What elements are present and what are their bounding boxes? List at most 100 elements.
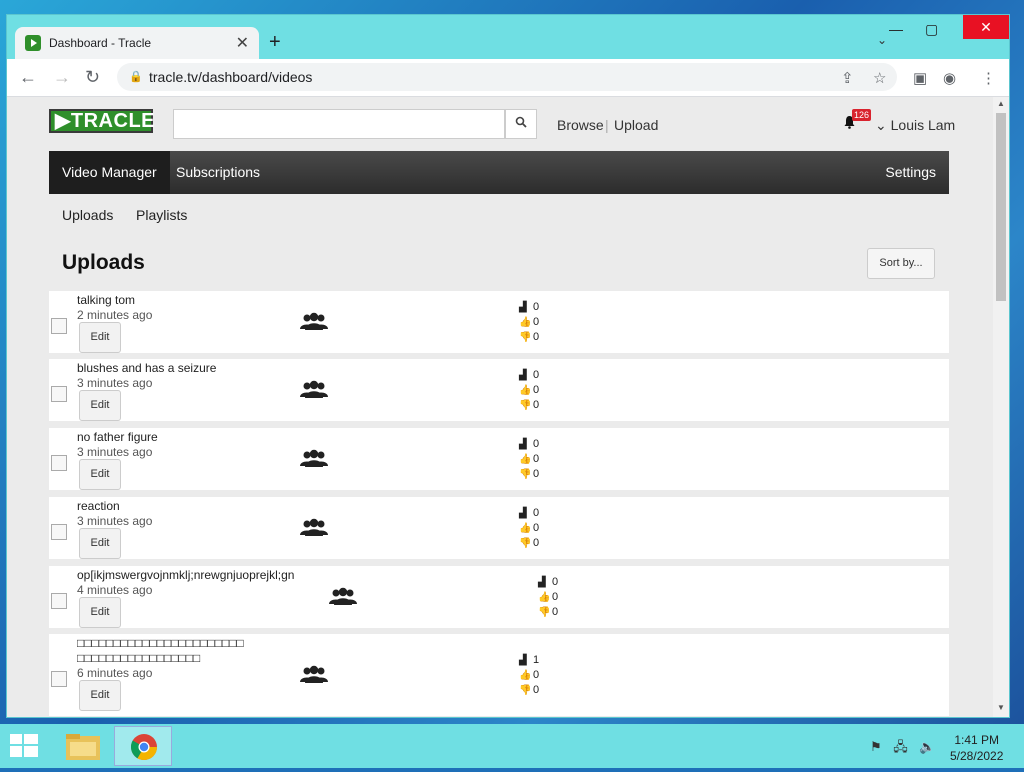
dashboard-navbar: Video Manager Subscriptions Settings (49, 151, 949, 194)
clock-time: 1:41 PM (954, 733, 1000, 747)
scroll-down-icon[interactable]: ▼ (997, 703, 1005, 712)
file-explorer-taskbar-button[interactable] (54, 726, 112, 766)
video-thumbnail[interactable] (51, 593, 67, 609)
table-row: op[ikjmswergvojnmklj;nrewgnjuoprejkl;gn 4… (49, 566, 949, 628)
table-row: talking tom 2 minutes ago Edit ▟ 0 👍 0 👎 0 (49, 291, 949, 353)
views-chart-icon: ▟ (519, 370, 527, 381)
sort-by-button[interactable]: Sort by... (867, 248, 935, 279)
search-input[interactable] (173, 109, 505, 139)
video-stats: ▟ 0 👍 0 👎 0 (519, 368, 539, 413)
video-upload-time: 3 minutes ago (77, 445, 153, 459)
video-thumbnail[interactable] (51, 524, 67, 540)
video-thumbnail[interactable] (51, 318, 67, 334)
tab-dashboard[interactable]: Dashboard - Tracle ✕ (15, 27, 259, 59)
clock-date: 5/28/2022 (950, 749, 1004, 763)
video-title[interactable]: no father figure (77, 430, 158, 444)
likes-count: 0 (533, 316, 540, 328)
edit-button[interactable]: Edit (79, 528, 121, 559)
network-icon[interactable]: 🖧 (893, 739, 908, 754)
edit-button[interactable]: Edit (79, 680, 121, 711)
edit-button[interactable]: Edit (79, 597, 121, 628)
chrome-icon (130, 734, 158, 761)
table-row: reaction 3 minutes ago Edit ▟ 0 👍 0 👎 0 (49, 497, 949, 559)
table-row: □□□□□□□□□□□□□□□□□□□□□□□ □□□□□□□□□□□□□□□□□… (49, 634, 949, 716)
bookmark-star-icon[interactable]: ☆ (873, 69, 886, 87)
tab-search-icon[interactable]: ⌄ (877, 33, 887, 47)
url-text: tracle.tv/dashboard/videos (149, 69, 313, 85)
chrome-taskbar-button[interactable] (114, 726, 172, 766)
thumbs-down-icon: 👎 (519, 332, 532, 343)
flag-icon[interactable]: ⚑ (870, 739, 882, 754)
maximize-button[interactable]: ▢ (925, 21, 938, 38)
tab-video-manager[interactable]: Video Manager (49, 151, 170, 194)
edit-button[interactable]: Edit (79, 322, 121, 353)
video-title[interactable]: □□□□□□□□□□□□□□□□□□□□□□□ (77, 636, 244, 650)
new-tab-button[interactable]: + (269, 31, 281, 54)
minimize-button[interactable]: — (889, 21, 903, 37)
thumbs-up-icon: 👍 (519, 317, 532, 328)
browse-link[interactable]: Browse (557, 117, 604, 133)
group-visibility-icon (300, 449, 328, 467)
video-title-line2[interactable]: □□□□□□□□□□□□□□□□□ (77, 651, 200, 665)
video-stats: ▟ 0 👍 0 👎 0 (519, 300, 539, 345)
video-thumbnail[interactable] (51, 671, 67, 687)
dislikes-count: 0 (533, 468, 540, 480)
side-panel-icon[interactable]: ▣ (913, 69, 927, 87)
system-tray: ⚑ 🖧 🔈 (870, 738, 936, 760)
link-divider: | (605, 117, 609, 133)
search-button[interactable] (505, 109, 537, 139)
tab-subscriptions[interactable]: Subscriptions (163, 151, 273, 194)
chevron-down-icon: ⌄ (875, 117, 891, 133)
close-window-button[interactable]: ✕ (963, 15, 1009, 39)
thumbs-down-icon: 👎 (519, 469, 532, 480)
subtab-uploads[interactable]: Uploads (62, 207, 113, 223)
reload-icon[interactable]: ↻ (85, 67, 100, 88)
page-content: ▶TRACLE Browse | Upload 126 ⌄ Louis Lam … (7, 97, 993, 717)
scroll-up-icon[interactable]: ▲ (997, 99, 1005, 108)
video-stats: ▟ 0 👍 0 👎 0 (519, 437, 539, 482)
video-title[interactable]: op[ikjmswergvojnmklj;nrewgnjuoprejkl;gn (77, 568, 294, 582)
start-button[interactable] (10, 734, 38, 758)
edit-button[interactable]: Edit (79, 390, 121, 421)
logo-text: TRACLE (70, 110, 155, 132)
tab-settings[interactable]: Settings (872, 151, 949, 194)
profile-avatar[interactable]: ◉ (943, 69, 956, 87)
video-thumbnail[interactable] (51, 386, 67, 402)
tracle-logo[interactable]: ▶TRACLE (49, 109, 155, 133)
address-bar[interactable]: 🔒 tracle.tv/dashboard/videos (117, 63, 897, 91)
views-count: 0 (552, 576, 559, 588)
search-icon (515, 116, 527, 128)
upload-link[interactable]: Upload (614, 117, 658, 133)
video-title[interactable]: talking tom (77, 293, 135, 307)
back-icon[interactable]: ← (19, 67, 37, 88)
video-upload-time: 2 minutes ago (77, 308, 153, 322)
video-thumbnail[interactable] (51, 455, 67, 471)
subtab-playlists[interactable]: Playlists (136, 207, 187, 223)
menu-kebab-icon[interactable]: ⋮ (981, 69, 996, 87)
views-chart-icon: ▟ (538, 577, 546, 588)
taskbar: ⚑ 🖧 🔈 1:41 PM 5/28/2022 (0, 724, 1024, 768)
table-row: blushes and has a seizure 3 minutes ago Ed… (49, 359, 949, 421)
scroll-thumb[interactable] (996, 113, 1006, 301)
system-clock[interactable]: 1:41 PM 5/28/2022 (950, 732, 1003, 764)
likes-count: 0 (552, 591, 559, 603)
user-menu[interactable]: ⌄ Louis Lam (875, 117, 955, 134)
page-scrollbar[interactable]: ▲ ▼ (993, 97, 1009, 717)
video-stats: ▟ 1 👍 0 👎 0 (519, 653, 539, 698)
video-title[interactable]: reaction (77, 499, 120, 513)
folder-icon (66, 734, 100, 760)
tab-close-icon[interactable]: ✕ (236, 33, 249, 53)
group-visibility-icon (300, 312, 328, 330)
video-upload-time: 3 minutes ago (77, 376, 153, 390)
views-count: 0 (533, 438, 540, 450)
views-chart-icon: ▟ (519, 439, 527, 450)
dislikes-count: 0 (533, 399, 540, 411)
edit-button[interactable]: Edit (79, 459, 121, 490)
share-icon[interactable]: ⇪ (841, 69, 854, 87)
forward-icon[interactable]: → (53, 67, 71, 88)
likes-count: 0 (533, 384, 540, 396)
volume-muted-icon[interactable]: 🔈 (919, 739, 935, 754)
views-chart-icon: ▟ (519, 302, 527, 313)
video-title[interactable]: blushes and has a seizure (77, 361, 216, 375)
likes-count: 0 (533, 453, 540, 465)
